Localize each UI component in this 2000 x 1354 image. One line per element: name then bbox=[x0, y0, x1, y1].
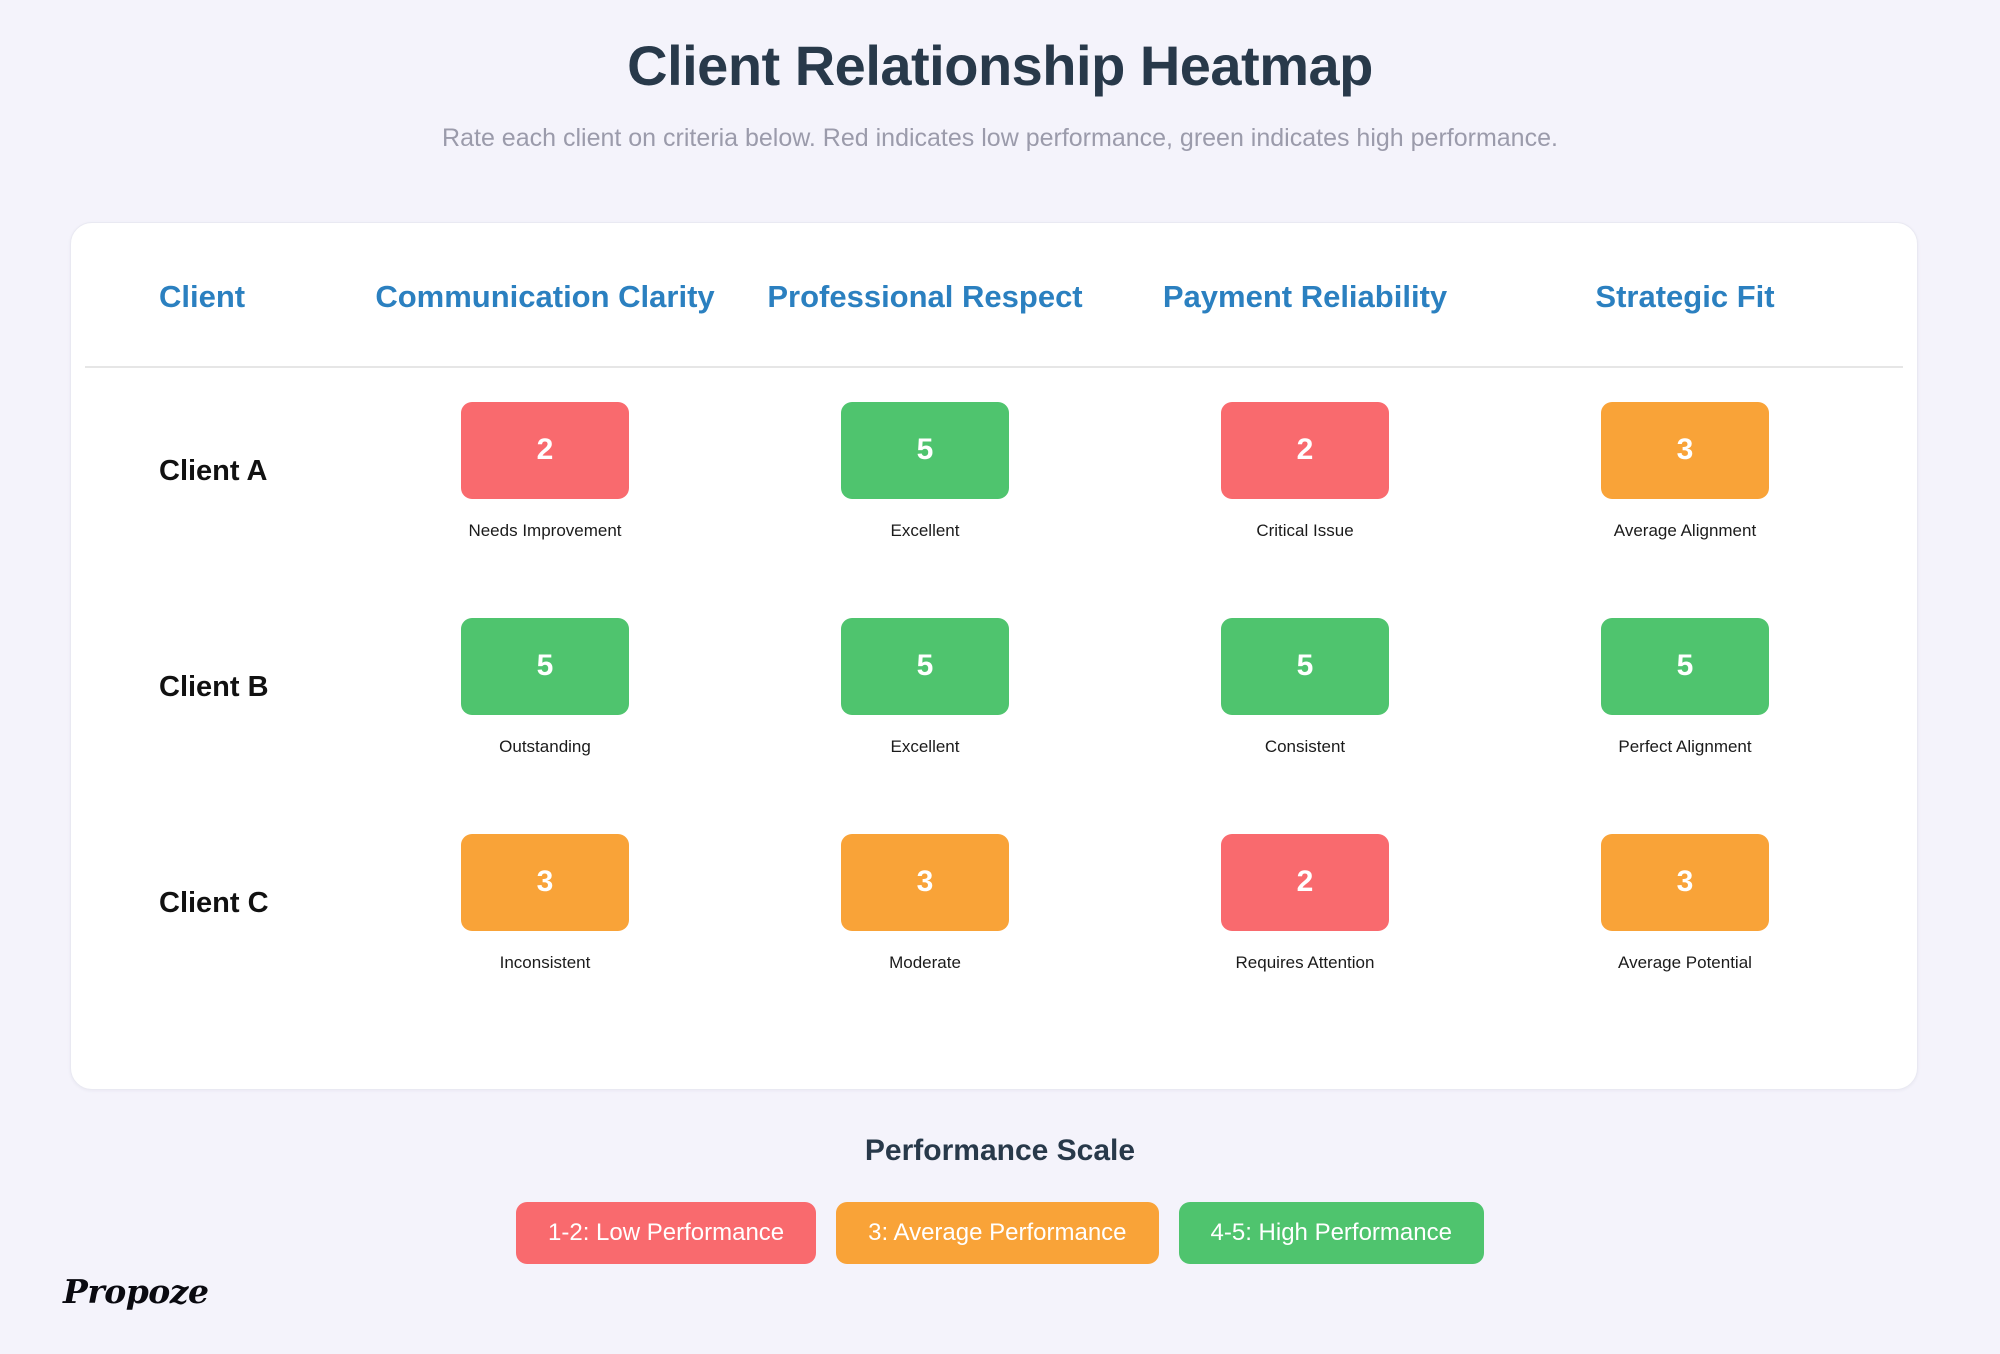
client-label: Client B bbox=[159, 670, 269, 703]
column-header-payment-reliability: Payment Reliability bbox=[1162, 279, 1448, 314]
heatmap-body: Client A 2 Needs Improvement 5 Excellent 2 Cri… bbox=[71, 363, 1917, 1011]
legend-chip-high: 4-5: High Performance bbox=[1178, 1202, 1484, 1264]
cell-caption: Perfect Alignment bbox=[1618, 736, 1752, 756]
row-client-name: Client C bbox=[85, 795, 355, 1011]
score-box[interactable]: 5 bbox=[841, 401, 1009, 499]
page-title: Client Relationship Heatmap bbox=[627, 34, 1373, 97]
score-box[interactable]: 3 bbox=[461, 833, 629, 931]
score-box[interactable]: 5 bbox=[461, 617, 629, 715]
legend-title: Performance Scale bbox=[864, 1134, 1136, 1167]
score-box[interactable]: 3 bbox=[841, 833, 1009, 931]
brand-logo: Propoze bbox=[63, 1272, 209, 1311]
cell-caption: Inconsistent bbox=[499, 952, 591, 972]
heatmap-cell[interactable]: 5 Excellent bbox=[735, 579, 1115, 795]
cell-caption: Excellent bbox=[890, 736, 960, 756]
heatmap-card: Client Communication Clarity Professional … bbox=[70, 222, 1918, 1090]
cell-caption: Average Alignment bbox=[1613, 520, 1757, 540]
heatmap-cell[interactable]: 3 Average Potential bbox=[1495, 795, 1875, 1011]
cell-caption: Requires Attention bbox=[1235, 952, 1375, 972]
legend-chip-list: 1-2: Low Performance 3: Average Performan… bbox=[0, 1202, 2000, 1264]
cell-caption: Consistent bbox=[1264, 736, 1346, 756]
score-box[interactable]: 5 bbox=[1601, 617, 1769, 715]
heatmap-cell[interactable]: 5 Outstanding bbox=[355, 579, 735, 795]
cell-caption: Average Potential bbox=[1618, 952, 1752, 972]
score-box[interactable]: 2 bbox=[1221, 401, 1389, 499]
column-header-client: Client bbox=[159, 279, 246, 314]
score-box[interactable]: 2 bbox=[1221, 833, 1389, 931]
column-header-communication-clarity: Communication Clarity bbox=[375, 279, 715, 314]
heatmap-cell[interactable]: 2 Critical Issue bbox=[1115, 363, 1495, 579]
score-box[interactable]: 3 bbox=[1601, 833, 1769, 931]
column-header-professional-respect: Professional Respect bbox=[767, 279, 1083, 314]
heatmap-cell[interactable]: 2 Requires Attention bbox=[1115, 795, 1495, 1011]
score-box[interactable]: 5 bbox=[841, 617, 1009, 715]
heatmap-cell[interactable]: 2 Needs Improvement bbox=[355, 363, 735, 579]
score-box[interactable]: 2 bbox=[461, 401, 629, 499]
heatmap-header-row: Client Communication Clarity Professional … bbox=[71, 223, 1917, 363]
cell-caption: Outstanding bbox=[499, 736, 591, 756]
cell-caption: Excellent bbox=[890, 520, 960, 540]
cell-caption: Needs Improvement bbox=[468, 520, 622, 540]
client-label: Client A bbox=[159, 454, 268, 487]
row-client-name: Client A bbox=[85, 363, 355, 579]
cell-caption: Critical Issue bbox=[1256, 520, 1354, 540]
heatmap-cell[interactable]: 3 Moderate bbox=[735, 795, 1115, 1011]
client-label: Client C bbox=[159, 886, 269, 919]
cell-caption: Moderate bbox=[889, 952, 961, 972]
heatmap-cell[interactable]: 5 Excellent bbox=[735, 363, 1115, 579]
header-divider bbox=[85, 366, 1903, 368]
page-subtitle: Rate each client on criteria below. Red … bbox=[442, 124, 1558, 153]
heatmap-cell[interactable]: 5 Perfect Alignment bbox=[1495, 579, 1875, 795]
score-box[interactable]: 3 bbox=[1601, 401, 1769, 499]
page-header: Client Relationship Heatmap Rate each cl… bbox=[0, 0, 2000, 153]
legend-chip-average: 3: Average Performance bbox=[836, 1202, 1159, 1264]
heatmap-cell[interactable]: 3 Average Alignment bbox=[1495, 363, 1875, 579]
column-header-strategic-fit: Strategic Fit bbox=[1595, 279, 1775, 314]
row-client-name: Client B bbox=[85, 579, 355, 795]
heatmap-cell[interactable]: 5 Consistent bbox=[1115, 579, 1495, 795]
legend-chip-low: 1-2: Low Performance bbox=[516, 1202, 817, 1264]
heatmap-cell[interactable]: 3 Inconsistent bbox=[355, 795, 735, 1011]
performance-scale-legend: Performance Scale 1-2: Low Performance 3:… bbox=[0, 1134, 2000, 1264]
score-box[interactable]: 5 bbox=[1221, 617, 1389, 715]
